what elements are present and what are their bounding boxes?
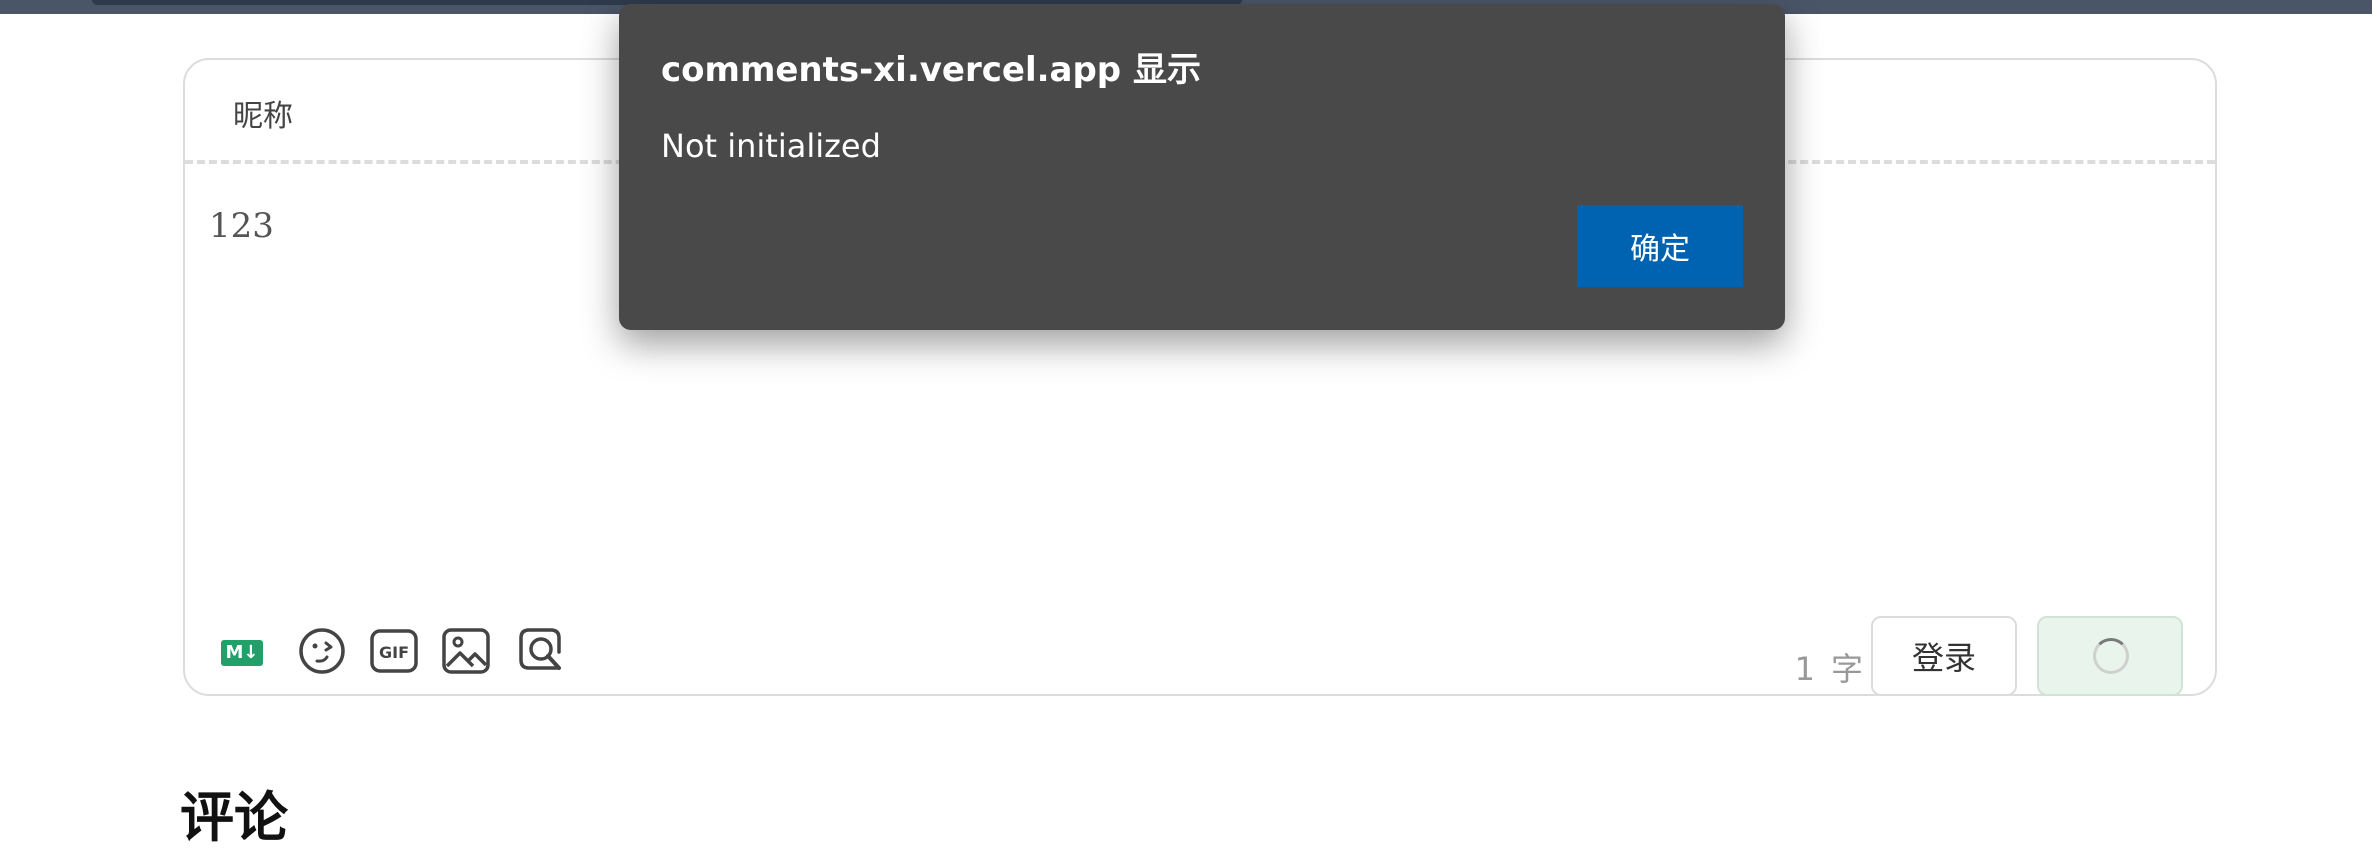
word-count-unit: 字 (1830, 650, 1863, 688)
preview-icon[interactable] (517, 626, 567, 676)
svg-text:GIF: GIF (379, 643, 409, 662)
alert-dialog: comments-xi.vercel.app 显示 Not initialize… (619, 4, 1785, 330)
loading-spinner-icon (2093, 638, 2129, 674)
dialog-title: comments-xi.vercel.app 显示 (661, 50, 1201, 90)
word-count: 1字 (1795, 644, 1863, 690)
submit-button[interactable] (2037, 616, 2183, 696)
editor-toolbar: M↓ GIF 1字 登录 (185, 600, 2215, 696)
markdown-icon[interactable]: M↓ (221, 640, 263, 666)
comments-section-title: 评论 (180, 786, 288, 849)
word-count-number: 1 (1794, 650, 1815, 688)
emoji-icon[interactable] (297, 626, 347, 676)
dialog-ok-button[interactable]: 确定 (1577, 205, 1743, 287)
gif-icon[interactable]: GIF (369, 626, 419, 676)
image-icon[interactable] (441, 626, 491, 676)
dialog-message: Not initialized (661, 127, 881, 165)
login-button[interactable]: 登录 (1871, 616, 2017, 696)
